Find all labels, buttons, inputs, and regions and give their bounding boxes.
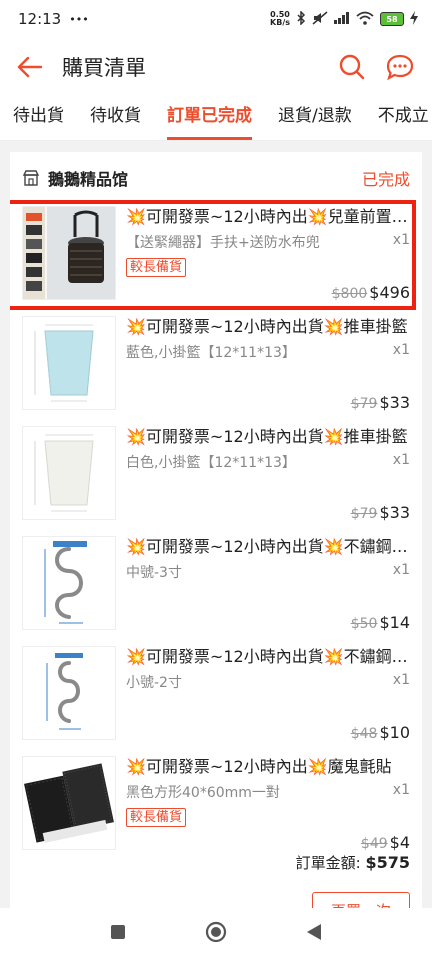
tab-completed[interactable]: 訂單已完成 bbox=[154, 96, 265, 140]
product-variant: 【送緊繩器】手扶+送防水布兜 bbox=[126, 235, 320, 251]
search-button[interactable] bbox=[332, 47, 372, 87]
product-info: 💥可開發票~12小時內出貨💥不鏽鋼S掛鉤 小號-2寸 x1 $48 $10 bbox=[126, 644, 410, 754]
charging-icon bbox=[410, 10, 418, 28]
child-seat-image bbox=[22, 206, 116, 300]
product-item[interactable]: 💥可開發票~12小時內出貨💥推車掛籃 藍色,小掛籃【12*11*13】 x1 $… bbox=[10, 314, 422, 424]
product-variant: 中號-3寸 bbox=[126, 565, 182, 581]
system-nav-bar bbox=[0, 908, 432, 960]
original-price: $49 bbox=[360, 836, 388, 852]
chat-button[interactable] bbox=[380, 47, 420, 87]
product-item[interactable]: 💥可開發票~12小時內出貨💥不鏽鋼S掛鉤 小號-2寸 x1 $48 $10 bbox=[10, 644, 422, 754]
s-hook-image bbox=[22, 536, 116, 630]
product-item[interactable]: 💥可開發票~12小時內出貨💥不鏽鋼S掛鉤 中號-3寸 x1 $50 $14 bbox=[10, 534, 422, 644]
product-qty: x1 bbox=[392, 562, 410, 578]
product-qty: x1 bbox=[392, 452, 410, 468]
long-stock-badge: 較長備貨 bbox=[126, 258, 187, 277]
sale-price: $496 bbox=[369, 283, 410, 302]
sale-price: $10 bbox=[379, 723, 410, 742]
tab-to-receive[interactable]: 待收貨 bbox=[77, 96, 154, 140]
tab-to-ship[interactable]: 待出貨 bbox=[0, 96, 77, 140]
order-total-value: $575 bbox=[365, 853, 410, 872]
square-icon bbox=[110, 925, 125, 939]
product-item[interactable]: 💥可開發票~12小時內出💥兒童前置座椅 【送緊繩器】手扶+送防水布兜 較長備貨 … bbox=[10, 200, 422, 314]
product-qty: x1 bbox=[392, 232, 410, 248]
product-price: $79 $33 bbox=[351, 393, 410, 412]
product-variant: 小號-2寸 bbox=[126, 675, 182, 691]
original-price: $48 bbox=[350, 726, 378, 742]
home-button[interactable] bbox=[205, 921, 227, 947]
product-variant: 白色,小掛籃【12*11*13】 bbox=[126, 455, 296, 471]
product-price: $50 $14 bbox=[351, 613, 410, 632]
page-title: 購買清單 bbox=[62, 56, 146, 80]
product-name: 💥可開發票~12小時內出貨💥推車掛籃 bbox=[126, 427, 408, 446]
product-info: 💥可開發票~12小時內出💥兒童前置座椅 【送緊繩器】手扶+送防水布兜 較長備貨 … bbox=[126, 204, 410, 314]
bluetooth-icon bbox=[296, 9, 306, 28]
sale-price: $33 bbox=[379, 393, 410, 412]
product-price: $49 $4 bbox=[361, 833, 410, 852]
recents-button[interactable] bbox=[110, 924, 126, 944]
product-info: 💥可開發票~12小時內出💥魔鬼氈貼 黑色方形40*60mm一對 較長備貨 x1 … bbox=[126, 754, 410, 864]
product-item[interactable]: 💥可開發票~12小時內出💥魔鬼氈貼 黑色方形40*60mm一對 較長備貨 x1 … bbox=[10, 754, 422, 864]
clock: 12:13 bbox=[18, 10, 62, 28]
product-price: $48 $10 bbox=[351, 723, 410, 742]
white-basket-image bbox=[22, 426, 116, 520]
net-speed: 0.50 KB/s bbox=[270, 10, 290, 27]
shop-icon bbox=[22, 170, 40, 186]
original-price: $79 bbox=[350, 396, 378, 412]
product-name: 💥可開發票~12小時內出💥魔鬼氈貼 bbox=[126, 757, 392, 776]
back-nav-button[interactable] bbox=[306, 923, 322, 945]
order-status: 已完成 bbox=[361, 170, 410, 189]
product-qty: x1 bbox=[392, 672, 410, 688]
tab-cancelled[interactable]: 不成立 bbox=[365, 96, 432, 140]
product-variant: 藍色,小掛籃【12*11*13】 bbox=[126, 345, 296, 361]
sale-price: $33 bbox=[379, 503, 410, 522]
velcro-image bbox=[22, 756, 116, 850]
original-price: $79 bbox=[350, 506, 378, 522]
tab-return-refund[interactable]: 退貨/退款 bbox=[265, 96, 365, 140]
original-price: $50 bbox=[350, 616, 378, 632]
long-stock-badge: 較長備貨 bbox=[126, 808, 187, 827]
product-item[interactable]: 💥可開發票~12小時內出貨💥推車掛籃 白色,小掛籃【12*11*13】 x1 $… bbox=[10, 424, 422, 534]
product-qty: x1 bbox=[392, 782, 410, 798]
product-name: 💥可開發票~12小時內出貨💥不鏽鋼S掛鉤 bbox=[126, 537, 408, 556]
order-status-tabs: 待出貨 待收貨 訂單已完成 退貨/退款 不成立 bbox=[0, 96, 432, 141]
product-name: 💥可開發票~12小時內出貨💥推車掛籃 bbox=[126, 317, 408, 336]
home-circle-icon bbox=[205, 921, 227, 943]
product-info: 💥可開發票~12小時內出貨💥不鏽鋼S掛鉤 中號-3寸 x1 $50 $14 bbox=[126, 534, 410, 644]
shop-row[interactable]: 鵝鵝精品馆 已完成 bbox=[10, 152, 422, 204]
product-info: 💥可開發票~12小時內出貨💥推車掛籃 藍色,小掛籃【12*11*13】 x1 $… bbox=[126, 314, 410, 424]
order-total: 訂單金額: $575 bbox=[10, 852, 422, 882]
mute-icon bbox=[312, 10, 328, 28]
product-price: $79 $33 bbox=[351, 503, 410, 522]
status-bar: 12:13 ••• 0.50 KB/s 58 bbox=[0, 0, 432, 38]
original-price: $800 bbox=[331, 286, 368, 302]
product-price: $800 $496 bbox=[332, 283, 410, 302]
product-variant: 黑色方形40*60mm一對 bbox=[126, 785, 280, 801]
back-button[interactable] bbox=[12, 50, 46, 84]
wifi-icon bbox=[356, 11, 374, 28]
arrow-left-icon bbox=[17, 56, 42, 78]
order-total-label: 訂單金額: bbox=[295, 854, 361, 872]
app-header: 購買清單 bbox=[0, 38, 432, 96]
search-icon bbox=[339, 54, 365, 80]
shop-name: 鵝鵝精品馆 bbox=[48, 170, 129, 189]
sale-price: $4 bbox=[389, 833, 410, 852]
more-notifications-icon: ••• bbox=[69, 12, 89, 26]
triangle-back-icon bbox=[307, 924, 322, 940]
signal-icon bbox=[334, 11, 350, 27]
s-hook-image bbox=[22, 646, 116, 740]
product-name: 💥可開發票~12小時內出💥兒童前置座椅 bbox=[126, 207, 408, 226]
product-qty: x1 bbox=[392, 342, 410, 358]
blue-basket-image bbox=[22, 316, 116, 410]
order-card[interactable]: 鵝鵝精品馆 已完成 💥可開發票~12小時內出💥兒童前置座椅 【送緊繩器】手扶+送… bbox=[10, 152, 422, 912]
chat-icon bbox=[386, 54, 414, 80]
sale-price: $14 bbox=[379, 613, 410, 632]
battery-icon: 58 bbox=[380, 12, 404, 26]
product-info: 💥可開發票~12小時內出貨💥推車掛籃 白色,小掛籃【12*11*13】 x1 $… bbox=[126, 424, 410, 534]
product-name: 💥可開發票~12小時內出貨💥不鏽鋼S掛鉤 bbox=[126, 647, 408, 666]
